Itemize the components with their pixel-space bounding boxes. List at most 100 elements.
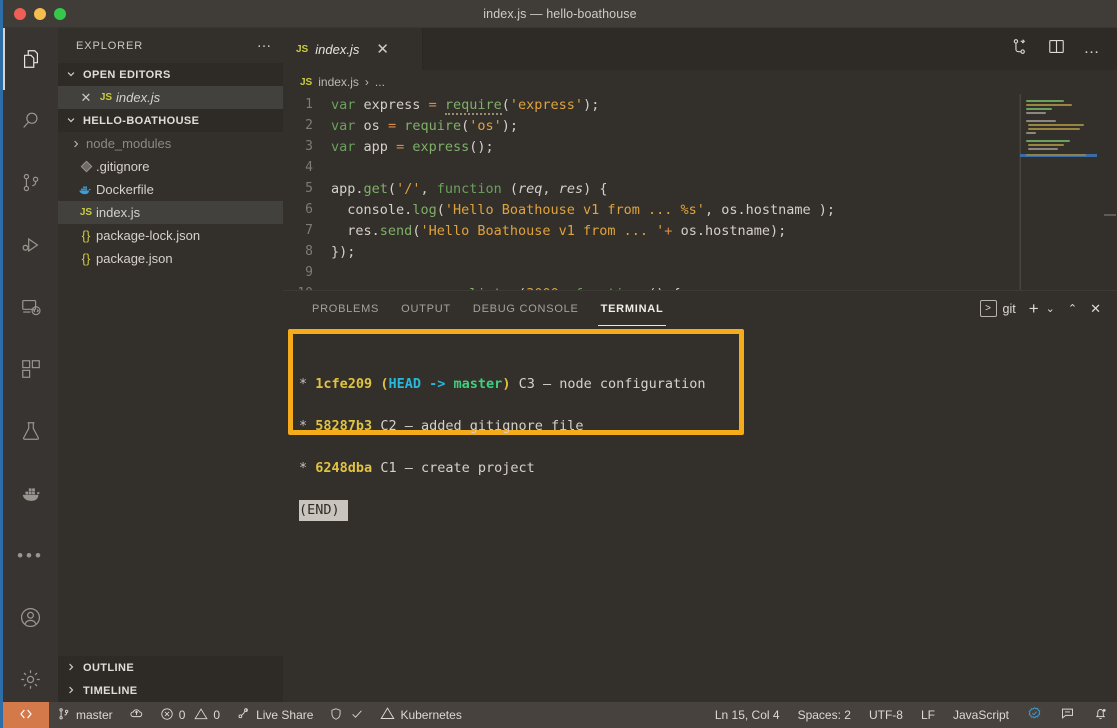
scrollbar-thumb[interactable] <box>1104 214 1116 216</box>
status-indentation[interactable]: Spaces: 2 <box>789 702 860 728</box>
terminal-line: * 1cfe209 (HEAD -> master) C3 — node con… <box>299 374 706 395</box>
activity-item-explorer[interactable] <box>3 28 58 90</box>
activity-item-search[interactable] <box>3 90 58 152</box>
commit-hash: 1cfe209 <box>315 376 373 392</box>
error-icon <box>160 707 174 724</box>
activity-item-testing[interactable] <box>3 400 58 462</box>
code-editor[interactable]: 1 var express = require('express'); 2 va… <box>283 94 1117 290</box>
ref-arrow: -> <box>429 376 446 392</box>
status-error-count: 0 <box>178 708 186 722</box>
open-editor-item-index-js[interactable]: ✕ JS index.js <box>58 86 283 109</box>
warning-icon <box>194 707 208 724</box>
tab-debug-console[interactable]: DEBUG CONSOLE <box>462 291 590 326</box>
chevron-down-icon <box>63 69 79 80</box>
source-control-icon <box>20 172 42 194</box>
live-share-icon <box>236 706 251 724</box>
split-merge-icon[interactable] <box>1010 37 1029 61</box>
activity-item-accounts[interactable] <box>3 586 58 648</box>
js-icon: JS <box>296 43 309 55</box>
close-icon[interactable]: ✕ <box>76 90 96 106</box>
status-security-check[interactable] <box>321 702 372 728</box>
section-hello-boathouse[interactable]: HELLO-BOATHOUSE <box>58 109 283 132</box>
section-outline[interactable]: OUTLINE <box>58 656 283 679</box>
code-area[interactable]: 1 var express = require('express'); 2 va… <box>283 94 1019 290</box>
editor-tab-bar: JS index.js ✕ … <box>283 28 1117 70</box>
status-notifications[interactable] <box>1084 702 1117 728</box>
tab-terminal[interactable]: TERMINAL <box>590 291 675 326</box>
activity-item-more-views[interactable]: ••• <box>3 524 58 586</box>
line-content: var os = require('os'); <box>331 117 519 134</box>
tree-item-label: .gitignore <box>96 159 150 174</box>
tree-item-index-js[interactable]: JS index.js <box>58 201 283 224</box>
new-terminal-button[interactable]: + <box>1029 299 1039 319</box>
status-problems[interactable]: 0 0 <box>152 702 228 728</box>
tab-problems[interactable]: PROBLEMS <box>301 291 390 326</box>
minimap-divider <box>1020 94 1021 290</box>
commit-hash: 58287b3 <box>315 418 373 434</box>
tab-close-icon[interactable]: ✕ <box>376 42 389 57</box>
minimize-window-button[interactable] <box>34 7 46 20</box>
json-icon: {} <box>81 251 91 266</box>
minimap-line <box>1026 112 1046 114</box>
tree-item-package-json[interactable]: {} package.json <box>58 247 283 270</box>
breadcrumb-file[interactable]: index.js <box>318 75 359 89</box>
status-bar: master 0 0 Live Share Kubernetes Ln 15, … <box>3 702 1117 728</box>
docker-icon <box>76 183 96 197</box>
tree-item-dockerfile[interactable]: Dockerfile <box>58 178 283 201</box>
section-timeline[interactable]: TIMELINE <box>58 679 283 702</box>
close-panel-button[interactable]: ✕ <box>1090 301 1101 317</box>
terminal-view[interactable]: * 1cfe209 (HEAD -> master) C3 — node con… <box>283 326 1117 702</box>
section-open-editors[interactable]: OPEN EDITORS <box>58 63 283 86</box>
breadcrumb-trail[interactable]: ... <box>375 75 385 89</box>
sidebar-more-actions-icon[interactable]: … <box>257 35 274 53</box>
status-cursor-position[interactable]: Ln 15, Col 4 <box>706 702 789 728</box>
tree-item-package-lock-json[interactable]: {} package-lock.json <box>58 224 283 247</box>
tab-label: index.js <box>315 41 360 57</box>
status-live-share[interactable]: Live Share <box>228 702 321 728</box>
status-prettier[interactable] <box>1018 702 1051 728</box>
status-sync-changes[interactable] <box>121 702 152 728</box>
terminal-selector[interactable]: > git <box>979 300 1016 317</box>
terminal-dropdown-button[interactable]: ⌄ <box>1046 302 1055 315</box>
line-number: 9 <box>305 265 313 280</box>
panel-actions: > git + ⌄ ⌃ ✕ <box>979 299 1117 319</box>
minimap-line <box>1028 128 1080 130</box>
maximize-panel-button[interactable]: ⌃ <box>1068 302 1077 315</box>
status-language-mode[interactable]: JavaScript <box>944 702 1018 728</box>
status-feedback[interactable] <box>1051 702 1084 728</box>
activity-item-remote-explorer[interactable] <box>3 276 58 338</box>
status-encoding[interactable]: UTF-8 <box>860 702 912 728</box>
activity-item-source-control[interactable] <box>3 152 58 214</box>
bell-icon <box>1093 706 1108 724</box>
line-content: app.get('/', function (req, res) { <box>331 180 608 197</box>
activity-item-docker[interactable] <box>3 462 58 524</box>
tab-output[interactable]: OUTPUT <box>390 291 462 326</box>
close-window-button[interactable] <box>14 7 26 20</box>
terminal-line: * 6248dba C1 — create project <box>299 458 706 479</box>
window-controls[interactable] <box>3 7 66 20</box>
more-actions-icon[interactable]: … <box>1084 41 1102 57</box>
tree-item-node-modules[interactable]: node_modules <box>58 132 283 155</box>
run-debug-icon <box>20 234 42 256</box>
minimap[interactable] <box>1019 94 1097 290</box>
status-eol[interactable]: LF <box>912 702 944 728</box>
activity-item-manage-settings[interactable] <box>3 648 58 710</box>
status-branch[interactable]: master <box>49 702 121 728</box>
zoom-window-button[interactable] <box>54 7 66 20</box>
line-number: 6 <box>305 202 313 217</box>
tab-index-js[interactable]: JS index.js ✕ <box>283 28 423 70</box>
feedback-icon <box>1060 706 1075 724</box>
code-line: 4 <box>283 157 1019 178</box>
activity-item-run-and-debug[interactable] <box>3 214 58 276</box>
split-editor-icon[interactable] <box>1047 37 1066 61</box>
head-ref: HEAD <box>388 376 421 392</box>
code-line: 5 app.get('/', function (req, res) { <box>283 178 1019 199</box>
docker-icon <box>19 481 43 505</box>
check-badge-icon <box>1027 706 1042 724</box>
commit-message: C3 — node configuration <box>518 376 706 392</box>
status-kubernetes[interactable]: Kubernetes <box>372 702 469 728</box>
editor-scrollbar[interactable] <box>1103 94 1117 290</box>
js-icon: JS <box>300 76 313 88</box>
activity-item-extensions[interactable] <box>3 338 58 400</box>
tree-item-gitignore[interactable]: .gitignore <box>58 155 283 178</box>
